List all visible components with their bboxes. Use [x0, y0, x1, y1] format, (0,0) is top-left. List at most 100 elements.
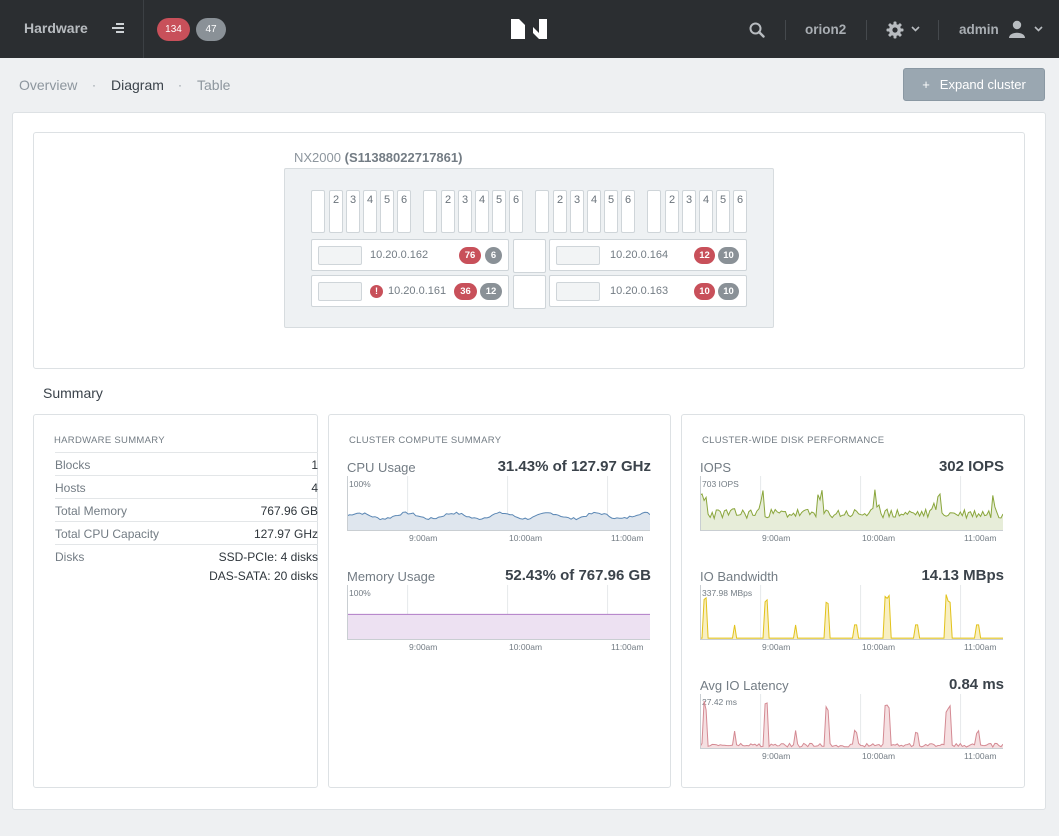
critical-alert-badge[interactable]: 36 — [454, 283, 477, 300]
disk-slot[interactable]: 6 — [733, 190, 747, 233]
disk-slot[interactable]: 3 — [458, 190, 472, 233]
time-tick-label: 10:00am — [862, 751, 896, 761]
expand-cluster-label: Expand cluster — [939, 77, 1026, 92]
cpu-chart[interactable] — [347, 476, 650, 531]
disk-slot[interactable] — [647, 190, 661, 233]
warning-alert-badge[interactable]: 10 — [718, 283, 739, 300]
metric-label: Avg IO Latency — [700, 678, 789, 693]
metric-label: CPU Usage — [347, 460, 416, 475]
chevron-down-icon[interactable] — [911, 26, 920, 32]
tab-overview[interactable]: Overview — [19, 77, 77, 93]
disk-slot[interactable]: 3 — [346, 190, 360, 233]
time-tick-label: 11:00am — [964, 642, 997, 652]
disk-slot[interactable]: 3 — [682, 190, 696, 233]
divider — [785, 20, 786, 40]
summary-row-total-memory: Total Memory 767.96 GB — [55, 498, 318, 521]
disk-slot[interactable]: 2 — [665, 190, 679, 233]
iops-chart[interactable] — [700, 476, 1003, 531]
disk-slot[interactable] — [423, 190, 437, 233]
lat-chart[interactable] — [700, 694, 1003, 749]
disk-slot[interactable]: 4 — [587, 190, 601, 233]
metric-label: IO Bandwidth — [700, 569, 779, 584]
critical-alert-badge[interactable]: 10 — [694, 283, 715, 300]
disk-slot[interactable]: 6 — [509, 190, 523, 233]
series-area — [700, 489, 1003, 531]
time-tick-label: 9:00am — [762, 642, 791, 652]
menu-icon[interactable] — [112, 22, 124, 34]
hardware-summary-card: HARDWARE SUMMARY Blocks 1 Hosts 4 Total … — [33, 414, 318, 788]
divider — [866, 20, 867, 40]
disk-slot[interactable]: 5 — [716, 190, 730, 233]
summary-row-total-cpu: Total CPU Capacity 127.97 GHz — [55, 521, 318, 544]
disk-slot[interactable]: 4 — [363, 190, 377, 233]
summary-row-hosts: Hosts 4 — [55, 475, 318, 498]
expand-cluster-button[interactable]: + Expand cluster — [903, 68, 1045, 101]
tab-table[interactable]: Table — [197, 77, 230, 93]
gear-icon[interactable] — [886, 21, 904, 39]
time-tick-label: 10:00am — [862, 642, 896, 652]
section-title[interactable]: Hardware — [24, 20, 88, 36]
divider — [143, 0, 144, 58]
node-10-20-0-162[interactable]: 10.20.0.162 76 6 — [311, 239, 509, 271]
metric-value: 302 IOPS — [938, 458, 1004, 475]
time-tick-label: 9:00am — [762, 533, 791, 543]
disk-slot[interactable]: 5 — [604, 190, 618, 233]
search-icon[interactable] — [749, 22, 765, 38]
bw-chart[interactable] — [700, 585, 1003, 640]
time-tick-label: 10:00am — [509, 642, 543, 652]
disk-slot[interactable] — [311, 190, 325, 233]
critical-alert-badge[interactable]: 76 — [459, 247, 481, 264]
disk-slot[interactable]: 2 — [553, 190, 567, 233]
mem-chart[interactable] — [347, 585, 650, 640]
summary-row-disks: Disks SSD-PCIe: 4 disks DAS-SATA: 20 dis… — [55, 544, 318, 590]
disk-slot[interactable] — [535, 190, 549, 233]
user-name[interactable]: admin — [959, 22, 999, 37]
time-tick-label: 9:00am — [409, 533, 438, 543]
card-title: CLUSTER-WIDE DISK PERFORMANCE — [702, 435, 885, 446]
events-badge[interactable]: 47 — [196, 18, 226, 41]
metric-value: 14.13 MBps — [921, 567, 1004, 584]
node-ip: 10.20.0.164 — [610, 249, 669, 261]
node-status-box — [318, 282, 362, 301]
block-serial: (S11388022717861) — [344, 150, 463, 165]
row-label: Total CPU Capacity — [55, 527, 160, 541]
disk-slot[interactable]: 4 — [475, 190, 489, 233]
metric-value: 0.84 ms — [948, 676, 1004, 693]
chevron-down-icon[interactable] — [1034, 26, 1043, 32]
time-tick-label: 11:00am — [611, 642, 644, 652]
row-value: 4 — [311, 481, 318, 495]
node-status-box — [556, 282, 600, 301]
user-icon[interactable] — [1008, 20, 1026, 38]
cluster-name[interactable]: orion2 — [805, 22, 846, 37]
disk-slot[interactable]: 5 — [492, 190, 506, 233]
row-label: Blocks — [55, 458, 91, 472]
top-bar: Hardware 134 47 orion2 admin — [0, 0, 1059, 58]
time-tick-label: 11:00am — [964, 533, 997, 543]
disk-slot[interactable]: 3 — [570, 190, 584, 233]
disk-slot[interactable]: 2 — [329, 190, 343, 233]
warning-alert-badge[interactable]: 10 — [718, 247, 739, 264]
node-10-20-0-164[interactable]: 10.20.0.164 12 10 — [549, 239, 747, 271]
block-title[interactable]: NX2000 (S11388022717861) — [294, 150, 462, 165]
critical-alert-badge[interactable]: 12 — [694, 247, 715, 264]
metric-label: Memory Usage — [347, 569, 436, 584]
disk-slot[interactable]: 6 — [621, 190, 635, 233]
nutanix-logo-icon[interactable] — [511, 19, 547, 39]
row-value: 767.96 GB — [260, 504, 318, 518]
node-10-20-0-163[interactable]: 10.20.0.163 10 10 — [549, 275, 747, 307]
row-value: 1 — [311, 458, 318, 472]
warning-alert-badge[interactable]: 12 — [480, 283, 502, 300]
warning-alert-badge[interactable]: 6 — [485, 247, 502, 264]
card-title: CLUSTER COMPUTE SUMMARY — [349, 435, 502, 446]
disk-slot[interactable]: 5 — [380, 190, 394, 233]
tab-diagram[interactable]: Diagram — [111, 77, 164, 93]
node-ip: 10.20.0.161 — [388, 285, 447, 297]
disk-slot[interactable]: 4 — [699, 190, 713, 233]
disk-slot[interactable]: 2 — [441, 190, 455, 233]
alerts-badge[interactable]: 134 — [157, 18, 190, 41]
disk-slot[interactable]: 6 — [397, 190, 411, 233]
node-10-20-0-161[interactable]: ! 10.20.0.161 36 12 — [311, 275, 509, 307]
alert-icon[interactable]: ! — [370, 285, 383, 298]
series-area — [700, 701, 1003, 749]
time-tick-label: 11:00am — [964, 751, 997, 761]
